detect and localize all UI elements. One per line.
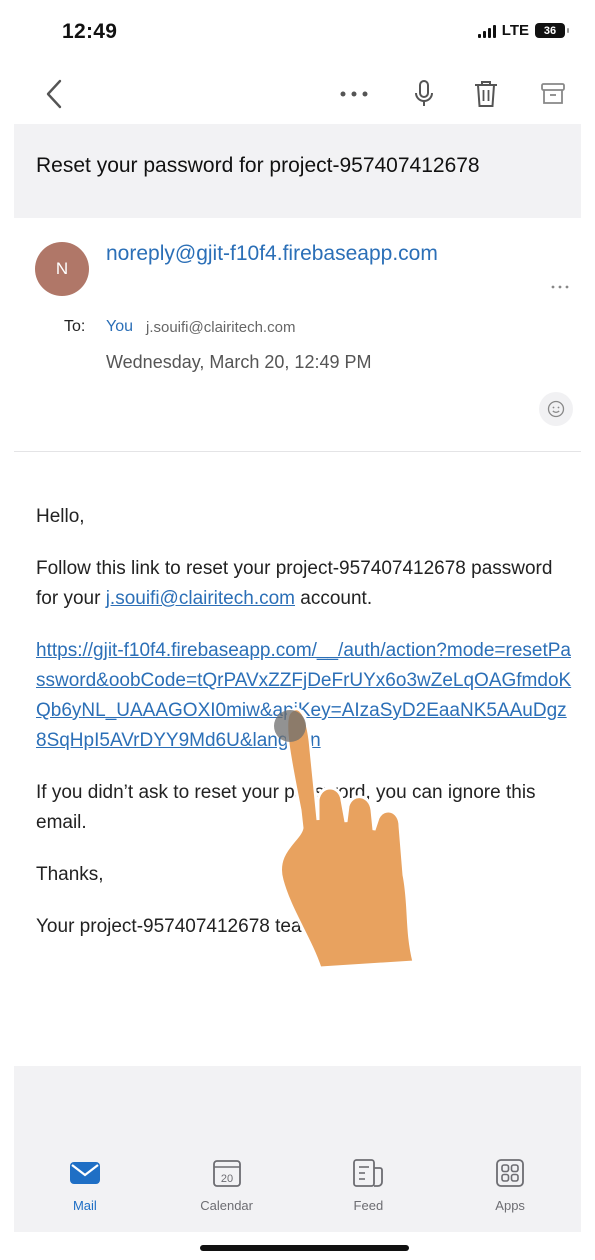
battery-icon: 36 [535, 23, 569, 38]
to-label: To: [64, 318, 86, 335]
chevron-left-icon [46, 79, 62, 109]
calendar-icon: 20 [210, 1156, 244, 1190]
ellipsis-icon [340, 91, 368, 97]
apps-icon [493, 1156, 527, 1190]
avatar[interactable]: N [35, 242, 89, 296]
calendar-day: 20 [221, 1173, 233, 1185]
tab-label: Feed [353, 1198, 384, 1213]
header-more-button[interactable] [551, 276, 569, 292]
account-email-link[interactable]: j.souifi@clairitech.com [106, 588, 295, 609]
ellipsis-icon [551, 285, 569, 289]
bottom-tab-bar: Mail 20 Calendar Feed Apps [14, 1142, 581, 1232]
reaction-button[interactable] [539, 392, 573, 426]
home-indicator[interactable] [200, 1245, 409, 1251]
ignore-paragraph: If you didn’t ask to reset your password… [36, 782, 536, 833]
recipient-address[interactable]: j.souifi@clairitech.com [146, 319, 295, 336]
smiley-icon [547, 400, 565, 418]
feed-icon [351, 1156, 385, 1190]
recipient-you[interactable]: You [106, 318, 133, 336]
signal-icon [477, 24, 496, 38]
email-date: Wednesday, March 20, 12:49 PM [106, 352, 372, 372]
archive-icon [541, 83, 565, 104]
tab-feed[interactable]: Feed [318, 1142, 418, 1232]
body-paragraph: Follow this link to reset your project-9… [36, 558, 553, 609]
trash-icon [475, 81, 497, 107]
microphone-icon [415, 80, 433, 106]
tab-apps[interactable]: Apps [460, 1142, 560, 1232]
back-button[interactable] [34, 74, 74, 114]
tab-mail[interactable]: Mail [35, 1142, 135, 1232]
delete-button[interactable] [466, 74, 506, 114]
more-options-button[interactable] [334, 74, 374, 114]
thanks-line: Thanks, [36, 864, 104, 885]
tab-label: Calendar [200, 1198, 253, 1213]
reset-password-link[interactable]: https://gjit-f10f4.firebaseapp.com/__/au… [36, 636, 576, 756]
mail-icon [68, 1156, 102, 1190]
network-type: LTE [501, 22, 529, 39]
tab-label: Apps [495, 1198, 525, 1213]
signature: Your project-957407412678 team [36, 916, 318, 937]
tab-label: Mail [72, 1198, 97, 1213]
archive-button[interactable] [533, 74, 573, 114]
status-time: 12:49 [62, 20, 118, 43]
sender-email[interactable]: noreply@gjit-f10f4.firebaseapp.com [106, 242, 438, 266]
dictate-button[interactable] [404, 74, 444, 114]
message-header: N noreply@gjit-f10f4.firebaseapp.com To:… [14, 218, 581, 452]
email-subject: Reset your password for project-95740741… [36, 154, 480, 177]
email-body: Hello, Follow this link to reset your pr… [36, 502, 576, 964]
subject-bar: Reset your password for project-95740741… [14, 124, 581, 218]
status-indicators: LTE 36 [477, 22, 569, 39]
tab-calendar[interactable]: 20 Calendar [177, 1142, 277, 1232]
status-bar: 12:49 LTE 36 [0, 0, 595, 64]
greeting: Hello, [36, 506, 85, 527]
message-toolbar [0, 66, 595, 124]
